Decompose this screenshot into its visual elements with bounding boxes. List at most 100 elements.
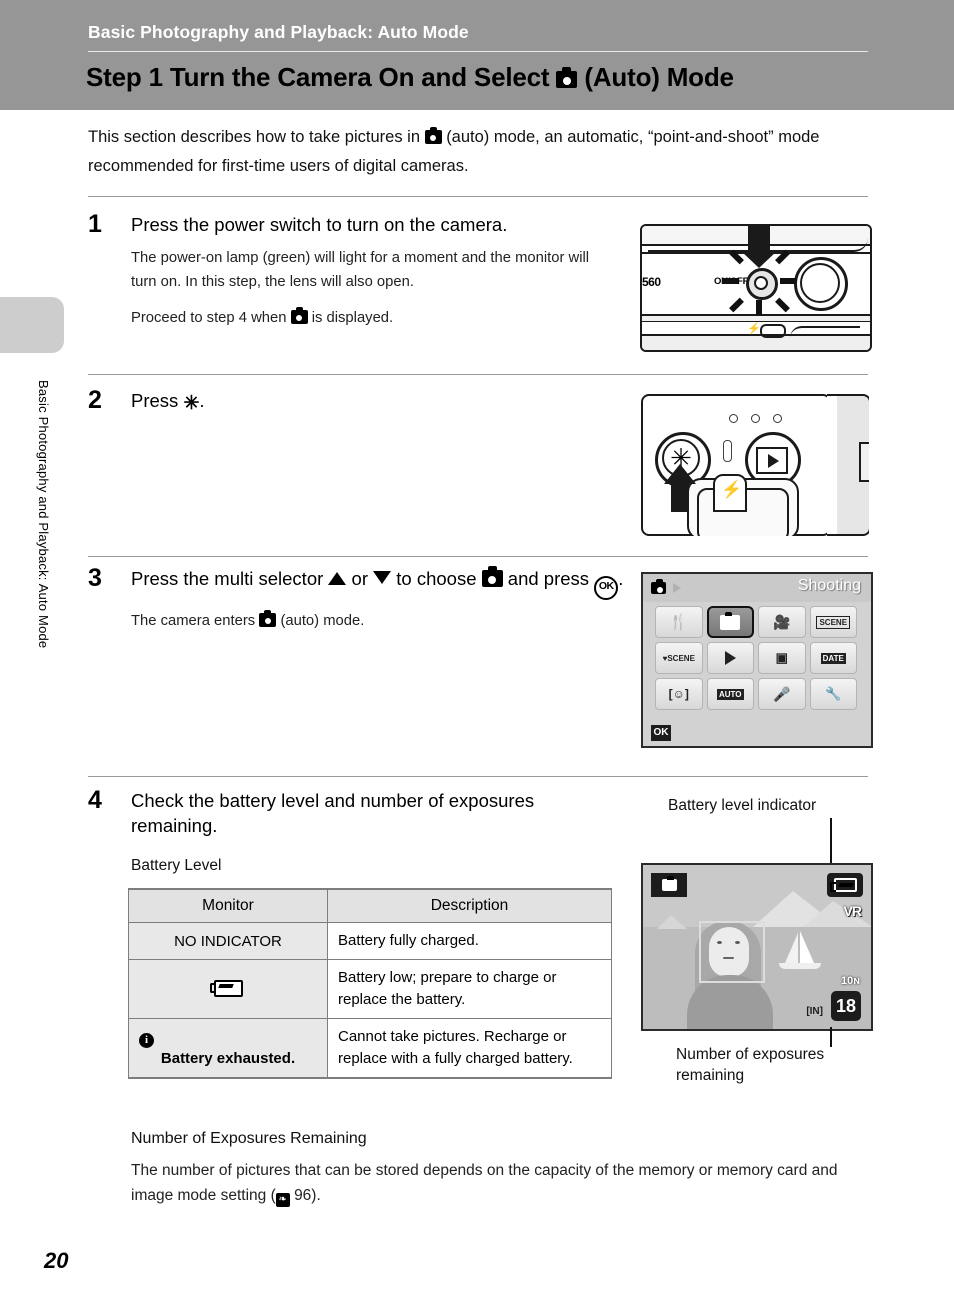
figure-camera-top: 560 ON/OFF ⚡ xyxy=(640,224,872,352)
step-4-heading: Check the battery level and number of ex… xyxy=(131,790,535,836)
step-1-body-2: Proceed to step 4 when is displayed. xyxy=(131,306,601,330)
menu-item-movie[interactable]: 🎥 xyxy=(758,606,806,638)
reference-icon: ❧ xyxy=(275,1193,290,1207)
step-1-body-2-b: is displayed. xyxy=(311,310,394,326)
camera-auto-icon xyxy=(424,127,442,144)
menu-item-restaurant[interactable]: 🍴 xyxy=(655,606,703,638)
battery-low-icon xyxy=(209,979,243,997)
play-triangle-icon xyxy=(768,453,779,468)
scene-heart-icon: ♥SCENE xyxy=(662,653,695,663)
battery-level-label: Battery Level xyxy=(131,857,222,874)
menu-item-playback[interactable] xyxy=(706,642,754,674)
exposures-section-body: The number of pictures that can be store… xyxy=(131,1158,871,1208)
ok-button-icon: OK xyxy=(651,725,671,741)
caption-battery-level-indicator: Battery level indicator xyxy=(668,797,817,814)
battery-level-table: Monitor Description NO INDICATOR Battery… xyxy=(128,888,612,1079)
menu-item-movie-edit[interactable]: ▣ xyxy=(758,642,806,674)
step-3-heading: Press the multi selector or to choose an… xyxy=(131,566,631,600)
playback-icon xyxy=(724,651,736,665)
step-divider xyxy=(88,374,868,375)
cell-monitor-no-indicator: NO INDICATOR xyxy=(128,922,328,960)
step-3-heading-b: to choose xyxy=(396,568,477,589)
arrow-down-icon xyxy=(373,571,392,584)
lcd-vr-label: VR xyxy=(843,903,862,919)
exposures-body-text: The number of pictures that can be store… xyxy=(131,1162,838,1204)
indicator-lamp xyxy=(729,414,738,423)
menu-item-auto-text[interactable]: AUTO xyxy=(706,678,754,710)
step-2-heading-b: . xyxy=(199,390,205,411)
camera-auto-icon xyxy=(290,307,308,324)
arrow-up-icon xyxy=(328,572,347,585)
intro-line1-b: (auto) mode, an automatic, xyxy=(446,128,644,146)
press-arrow-icon xyxy=(748,226,770,252)
chapter-tab-marker xyxy=(0,297,64,353)
ok-button-icon: OK xyxy=(594,576,619,600)
step-1-number: 1 xyxy=(88,210,102,238)
step-1-body: The power-on lamp (green) will light for… xyxy=(131,250,590,290)
menu-item-scene-text[interactable]: SCENE xyxy=(809,606,857,638)
camera-auto-icon xyxy=(556,67,578,88)
figure-camera-back: ✳ ⚡ xyxy=(641,394,869,536)
cell-monitor-exhausted: i Battery exhausted. xyxy=(128,1018,328,1079)
page-number: 20 xyxy=(44,1248,69,1273)
menu-item-scene-heart[interactable]: ♥SCENE xyxy=(655,642,703,674)
lcd-battery-indicator xyxy=(827,873,863,897)
step-divider xyxy=(88,196,868,197)
step-3-heading-or: or xyxy=(351,568,368,589)
sidebar-chapter-label: Basic Photography and Playback: Auto Mod… xyxy=(36,380,51,649)
power-button[interactable] xyxy=(744,266,778,300)
setup-wrench-icon: 🔧 xyxy=(825,686,842,701)
battery-low-icon xyxy=(829,878,857,892)
step-3-body-b: (auto) mode. xyxy=(280,613,365,629)
intro-line1-a: This section describes how to take pictu… xyxy=(88,128,420,146)
menu-item-smile-face[interactable]: [☺] xyxy=(655,678,703,710)
camera-auto-icon xyxy=(259,610,277,627)
header-divider xyxy=(88,51,868,52)
microphone-icon: 🎤 xyxy=(773,685,791,702)
lcd-image-size-label: 10ɴ xyxy=(841,975,860,987)
figure-shooting-menu: Shooting 🍴 🎥 SCENE ♥SCENE ▣ DATE [☺] AUT… xyxy=(641,572,873,748)
cell-description-full: Battery fully charged. xyxy=(327,922,612,960)
step-divider xyxy=(88,776,868,777)
cell-description-low: Battery low; prepare to charge or replac… xyxy=(327,959,612,1019)
page-title-prefix: Step 1 Turn the Camera On and Select xyxy=(86,62,550,92)
menu-item-microphone[interactable]: 🎤 xyxy=(758,678,806,710)
flash-icon: ⚡ xyxy=(721,480,743,499)
chevron-right-icon xyxy=(673,583,681,593)
camera-auto-icon xyxy=(481,566,503,587)
press-arrow-icon xyxy=(671,482,689,512)
lcd-exposures-remaining: 18 xyxy=(831,991,861,1021)
menu-item-auto-camera[interactable] xyxy=(706,606,754,638)
column-header-monitor: Monitor xyxy=(128,888,328,923)
table-row: i Battery exhausted. Cannot take picture… xyxy=(128,1018,612,1079)
movie-icon: 🎥 xyxy=(773,613,791,630)
camera-auto-icon xyxy=(661,876,677,891)
step-3-heading-c: and press xyxy=(507,568,590,589)
step-2-heading-a: Press xyxy=(131,390,179,411)
cell-description-exhausted: Cannot take pictures. Recharge or replac… xyxy=(327,1018,612,1079)
info-icon: i xyxy=(139,1032,154,1048)
chapter-title: Basic Photography and Playback: Auto Mod… xyxy=(88,22,469,42)
table-header-row: Monitor Description xyxy=(128,888,612,923)
indicator-lamp xyxy=(773,414,782,423)
figure-lcd-monitor: VR 10ɴ [IN] 18 xyxy=(641,863,873,1031)
step-divider xyxy=(88,556,868,557)
camera-model-label: 560 xyxy=(642,275,661,289)
step-3-body: The camera enters (auto) mode. xyxy=(131,609,631,633)
caption-number-of-exposures: Number of exposures remaining xyxy=(676,1046,825,1084)
menu-item-setup[interactable]: 🔧 xyxy=(809,678,857,710)
page-title-suffix: (Auto) Mode xyxy=(584,62,734,92)
asterisk-mode-icon: ✳ xyxy=(183,393,200,414)
step-3-heading-a: Press the multi selector xyxy=(131,568,324,589)
step-3-heading-d: . xyxy=(618,568,624,589)
step-2-heading: Press ✳. xyxy=(131,388,205,413)
step-4-number: 4 xyxy=(88,786,102,814)
restaurant-food-icon: 🍴 xyxy=(669,614,689,631)
step-3-body-a: The camera enters xyxy=(131,613,256,629)
scene-text-icon: SCENE xyxy=(816,615,851,629)
cell-monitor-low xyxy=(128,959,328,1019)
menu-item-date[interactable]: DATE xyxy=(809,642,857,674)
cell-monitor-exhausted-text: Battery exhausted. xyxy=(160,1049,296,1067)
indicator-lamp xyxy=(751,414,760,423)
step-1-heading: Press the power switch to turn on the ca… xyxy=(131,214,508,235)
